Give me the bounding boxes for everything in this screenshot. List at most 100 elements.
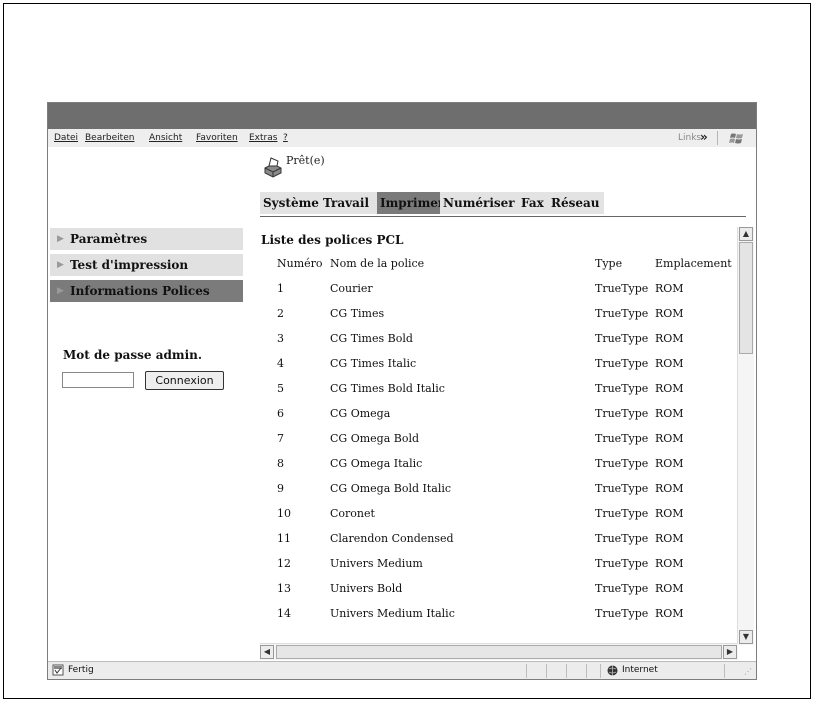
scroll-thumb[interactable] [739, 242, 753, 354]
page-done-icon [52, 664, 64, 679]
font-name: CG Times Bold Italic [330, 382, 445, 395]
globe-icon [607, 665, 618, 679]
font-number: 11 [277, 532, 291, 545]
admin-password-label: Mot de passe admin. [63, 348, 203, 362]
main-tabs: Système Travail Imprimer Numériser Fax R… [260, 192, 746, 217]
column-header-type: Type [595, 257, 623, 270]
browser-window: Datei Bearbeiten Ansicht Favoriten Extra… [47, 102, 757, 680]
menu-favoriten[interactable]: Favoriten [196, 133, 238, 143]
font-name: Courier [330, 282, 373, 295]
font-location: ROM [655, 282, 684, 295]
page-content: Prêt(e) Système Travail Imprimer Numéris… [48, 147, 756, 661]
font-type: TrueType [595, 407, 649, 420]
menu-bearbeiten[interactable]: Bearbeiten [85, 133, 134, 143]
font-number: 3 [277, 332, 284, 345]
column-header-number: Numéro [277, 257, 323, 270]
font-number: 1 [277, 282, 284, 295]
column-header-location: Emplacement [655, 257, 732, 270]
font-name: Coronet [330, 507, 375, 520]
font-number: 13 [277, 582, 291, 595]
font-name: CG Omega Bold Italic [330, 482, 452, 495]
font-name: CG Times Italic [330, 357, 417, 370]
sidebar-item-test-impression[interactable]: ▶ Test d'impression [50, 254, 243, 276]
admin-password-input[interactable] [62, 372, 134, 388]
font-list-title: Liste des polices PCL [261, 233, 404, 247]
font-location: ROM [655, 532, 684, 545]
font-type: TrueType [595, 382, 649, 395]
font-location: ROM [655, 557, 684, 570]
menu-bar: Datei Bearbeiten Ansicht Favoriten Extra… [48, 129, 756, 148]
font-location: ROM [655, 507, 684, 520]
tab-reseau[interactable]: Réseau [548, 192, 604, 214]
font-number: 12 [277, 557, 291, 570]
tab-fax[interactable]: Fax [518, 192, 548, 214]
arrow-right-icon: ▶ [57, 286, 64, 296]
status-separator [600, 664, 601, 678]
font-type: TrueType [595, 507, 649, 520]
font-location: ROM [655, 607, 684, 620]
sidebar-item-label: Informations Polices [70, 284, 210, 298]
login-button[interactable]: Connexion [145, 371, 224, 390]
horizontal-scroll-thumb[interactable] [276, 645, 722, 659]
resize-grip-icon[interactable]: ⋰ [744, 667, 752, 676]
vertical-scrollbar[interactable]: ▲ ▼ [737, 227, 754, 645]
font-type: TrueType [595, 557, 649, 570]
sidebar-item-label: Paramètres [70, 232, 148, 246]
links-chevron[interactable]: » [700, 130, 708, 144]
security-zone-label: Internet [622, 665, 658, 675]
printer-status: Prêt(e) [286, 154, 325, 167]
status-separator [526, 664, 527, 678]
links-toolbar-label[interactable]: Links [678, 133, 701, 143]
menu-ansicht[interactable]: Ansicht [149, 133, 182, 143]
font-type: TrueType [595, 432, 649, 445]
window-title-bar[interactable] [48, 103, 756, 129]
tab-imprimer[interactable]: Imprimer [377, 192, 444, 214]
scroll-down-icon[interactable]: ▼ [739, 630, 753, 644]
font-name: CG Omega Italic [330, 457, 423, 470]
column-header-font-name: Nom de la police [330, 257, 425, 270]
font-type: TrueType [595, 357, 649, 370]
font-number: 4 [277, 357, 284, 370]
font-type: TrueType [595, 332, 649, 345]
font-type: TrueType [595, 582, 649, 595]
tab-travail[interactable]: Travail [320, 192, 377, 214]
scroll-left-icon[interactable]: ◀ [260, 645, 274, 659]
sidebar-item-label: Test d'impression [70, 258, 189, 272]
menu-separator [717, 131, 718, 145]
font-type: TrueType [595, 607, 649, 620]
font-name: CG Times Bold [330, 332, 413, 345]
tab-systeme[interactable]: Système [260, 192, 320, 214]
font-name: CG Times [330, 307, 385, 320]
font-location: ROM [655, 432, 684, 445]
status-text: Fertig [68, 665, 94, 675]
status-separator [586, 664, 587, 678]
font-number: 5 [277, 382, 284, 395]
menu-help[interactable]: ? [283, 133, 288, 143]
font-name: Univers Bold [330, 582, 403, 595]
font-name: CG Omega Bold [330, 432, 420, 445]
font-location: ROM [655, 582, 684, 595]
tab-numeriser[interactable]: Numériser [440, 192, 518, 214]
font-type: TrueType [595, 532, 649, 545]
font-location: ROM [655, 457, 684, 470]
status-separator [566, 664, 567, 678]
sidebar-item-informations-polices[interactable]: ▶ Informations Polices [50, 280, 243, 302]
font-location: ROM [655, 357, 684, 370]
status-separator [546, 664, 547, 678]
horizontal-scrollbar[interactable]: ◀ ▶ [260, 643, 738, 660]
font-location: ROM [655, 482, 684, 495]
font-name: Univers Medium [330, 557, 423, 570]
menu-extras[interactable]: Extras [249, 133, 277, 143]
menu-datei[interactable]: Datei [54, 133, 78, 143]
scroll-up-icon[interactable]: ▲ [739, 227, 753, 241]
font-name: Univers Medium Italic [330, 607, 455, 620]
font-number: 8 [277, 457, 284, 470]
sidebar-item-parametres[interactable]: ▶ Paramètres [50, 228, 243, 250]
font-number: 9 [277, 482, 284, 495]
scroll-right-icon[interactable]: ▶ [723, 645, 737, 659]
font-type: TrueType [595, 307, 649, 320]
font-number: 2 [277, 307, 284, 320]
font-type: TrueType [595, 282, 649, 295]
font-location: ROM [655, 332, 684, 345]
arrow-right-icon: ▶ [57, 234, 64, 244]
